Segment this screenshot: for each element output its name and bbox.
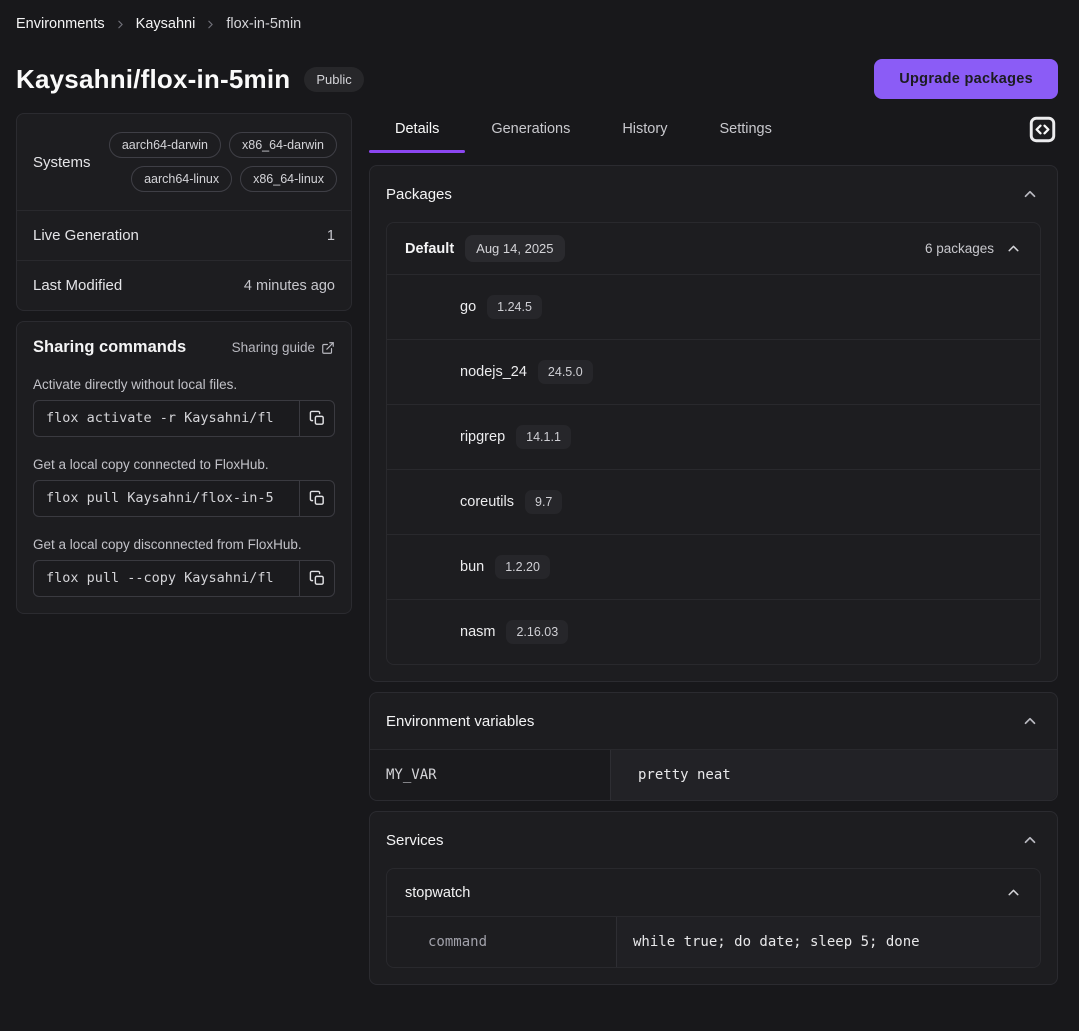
system-pill: aarch64-darwin (109, 132, 221, 158)
chevron-up-icon[interactable] (1005, 884, 1022, 901)
package-version-badge: 24.5.0 (538, 360, 593, 384)
share-description: Activate directly without local files. (33, 377, 335, 392)
package-name: ripgrep (460, 429, 505, 445)
package-name: coreutils (460, 494, 514, 510)
sharing-commands-title: Sharing commands (33, 338, 186, 357)
copy-button[interactable] (299, 481, 334, 516)
pull-command-text: flox pull Kaysahni/flox-in-5 (34, 481, 299, 516)
tab-history[interactable]: History (596, 113, 693, 153)
env-vars-title: Environment variables (386, 713, 534, 730)
breadcrumb: Environments Kaysahni flox-in-5min (16, 16, 1058, 32)
share-description: Get a local copy connected to FloxHub. (33, 457, 335, 472)
copy-button[interactable] (299, 401, 334, 436)
package-version-badge: 1.24.5 (487, 295, 542, 319)
services-section: Services stopwatch command while true; d… (369, 811, 1058, 985)
package-count: 6 packages (925, 241, 994, 256)
chevron-up-icon[interactable] (1021, 185, 1039, 203)
service-name: stopwatch (405, 885, 470, 901)
system-pill: aarch64-linux (131, 166, 232, 192)
package-name: nasm (460, 624, 495, 640)
tab-generations[interactable]: Generations (465, 113, 596, 153)
pull-copy-command-box: flox pull --copy Kaysahni/fl (33, 560, 335, 597)
service-card: stopwatch command while true; do date; s… (386, 868, 1041, 968)
breadcrumb-environments[interactable]: Environments (16, 16, 105, 32)
systems-label: Systems (33, 154, 91, 171)
copy-icon (309, 570, 326, 587)
group-date-badge: Aug 14, 2025 (465, 235, 564, 262)
tab-settings[interactable]: Settings (693, 113, 797, 153)
environment-meta-card: Systems aarch64-darwin x86_64-darwin aar… (16, 113, 352, 311)
live-generation-label: Live Generation (33, 227, 139, 244)
chevron-right-icon (114, 18, 127, 31)
package-group-header[interactable]: Default Aug 14, 2025 6 packages (387, 223, 1040, 274)
package-name: nodejs_24 (460, 364, 527, 380)
copy-icon (309, 410, 326, 427)
packages-section: Packages Default Aug 14, 2025 6 packages (369, 165, 1058, 682)
copy-icon (309, 490, 326, 507)
env-vars-section-header[interactable]: Environment variables (370, 693, 1057, 749)
code-view-button[interactable] (1027, 116, 1058, 143)
package-name: bun (460, 559, 484, 575)
page-title: Kaysahni/flox-in-5min (16, 64, 290, 95)
package-row: nodejs_24 24.5.0 (387, 339, 1040, 404)
systems-row: Systems aarch64-darwin x86_64-darwin aar… (17, 114, 351, 210)
share-description: Get a local copy disconnected from FloxH… (33, 537, 335, 552)
package-version-badge: 14.1.1 (516, 425, 571, 449)
package-row: coreutils 9.7 (387, 469, 1040, 534)
external-link-icon (321, 341, 335, 355)
visibility-badge: Public (304, 67, 363, 92)
sharing-commands-card: Sharing commands Sharing guide Activate … (16, 321, 352, 614)
package-row: ripgrep 14.1.1 (387, 404, 1040, 469)
services-title: Services (386, 832, 444, 849)
sharing-guide-label: Sharing guide (232, 340, 315, 355)
chevron-up-icon[interactable] (1005, 240, 1022, 257)
pull-copy-command-text: flox pull --copy Kaysahni/fl (34, 561, 299, 596)
package-name: go (460, 299, 476, 315)
package-version-badge: 2.16.03 (506, 620, 568, 644)
system-pill: x86_64-linux (240, 166, 337, 192)
last-modified-value: 4 minutes ago (244, 278, 335, 294)
service-command-row: command while true; do date; sleep 5; do… (387, 916, 1040, 967)
sharing-guide-link[interactable]: Sharing guide (232, 340, 335, 355)
group-name: Default (405, 241, 454, 257)
breadcrumb-owner[interactable]: Kaysahni (136, 16, 196, 32)
live-generation-value: 1 (327, 228, 335, 244)
activate-command-box: flox activate -r Kaysahni/fl (33, 400, 335, 437)
system-pill: x86_64-darwin (229, 132, 337, 158)
packages-title: Packages (386, 186, 452, 203)
env-var-name: MY_VAR (370, 750, 611, 800)
services-section-header[interactable]: Services (370, 812, 1057, 868)
live-generation-row: Live Generation 1 (17, 210, 351, 260)
service-command-key: command (387, 917, 617, 967)
package-row: nasm 2.16.03 (387, 599, 1040, 664)
chevron-right-icon (204, 18, 217, 31)
code-icon (1029, 116, 1056, 143)
pull-command-box: flox pull Kaysahni/flox-in-5 (33, 480, 335, 517)
breadcrumb-current: flox-in-5min (226, 16, 301, 32)
main-content: Details Generations History Settings Pac… (369, 113, 1058, 985)
copy-button[interactable] (299, 561, 334, 596)
chevron-up-icon[interactable] (1021, 712, 1039, 730)
sidebar: Systems aarch64-darwin x86_64-darwin aar… (16, 113, 352, 614)
packages-section-header[interactable]: Packages (370, 166, 1057, 222)
page-header: Kaysahni/flox-in-5min Public Upgrade pac… (16, 59, 1058, 99)
env-var-value: pretty neat (611, 750, 1057, 800)
env-vars-section: Environment variables MY_VAR pretty neat (369, 692, 1058, 801)
last-modified-row: Last Modified 4 minutes ago (17, 260, 351, 310)
package-row: bun 1.2.20 (387, 534, 1040, 599)
tab-details[interactable]: Details (369, 113, 465, 153)
tabs-row: Details Generations History Settings (369, 113, 1058, 153)
package-row: go 1.24.5 (387, 274, 1040, 339)
upgrade-packages-button[interactable]: Upgrade packages (874, 59, 1058, 99)
chevron-up-icon[interactable] (1021, 831, 1039, 849)
last-modified-label: Last Modified (33, 277, 122, 294)
package-group-card: Default Aug 14, 2025 6 packages go 1.24.… (386, 222, 1041, 665)
env-var-row: MY_VAR pretty neat (370, 749, 1057, 800)
service-header[interactable]: stopwatch (387, 869, 1040, 916)
package-version-badge: 1.2.20 (495, 555, 550, 579)
activate-command-text: flox activate -r Kaysahni/fl (34, 401, 299, 436)
service-command-value: while true; do date; sleep 5; done (617, 917, 1040, 967)
package-version-badge: 9.7 (525, 490, 562, 514)
